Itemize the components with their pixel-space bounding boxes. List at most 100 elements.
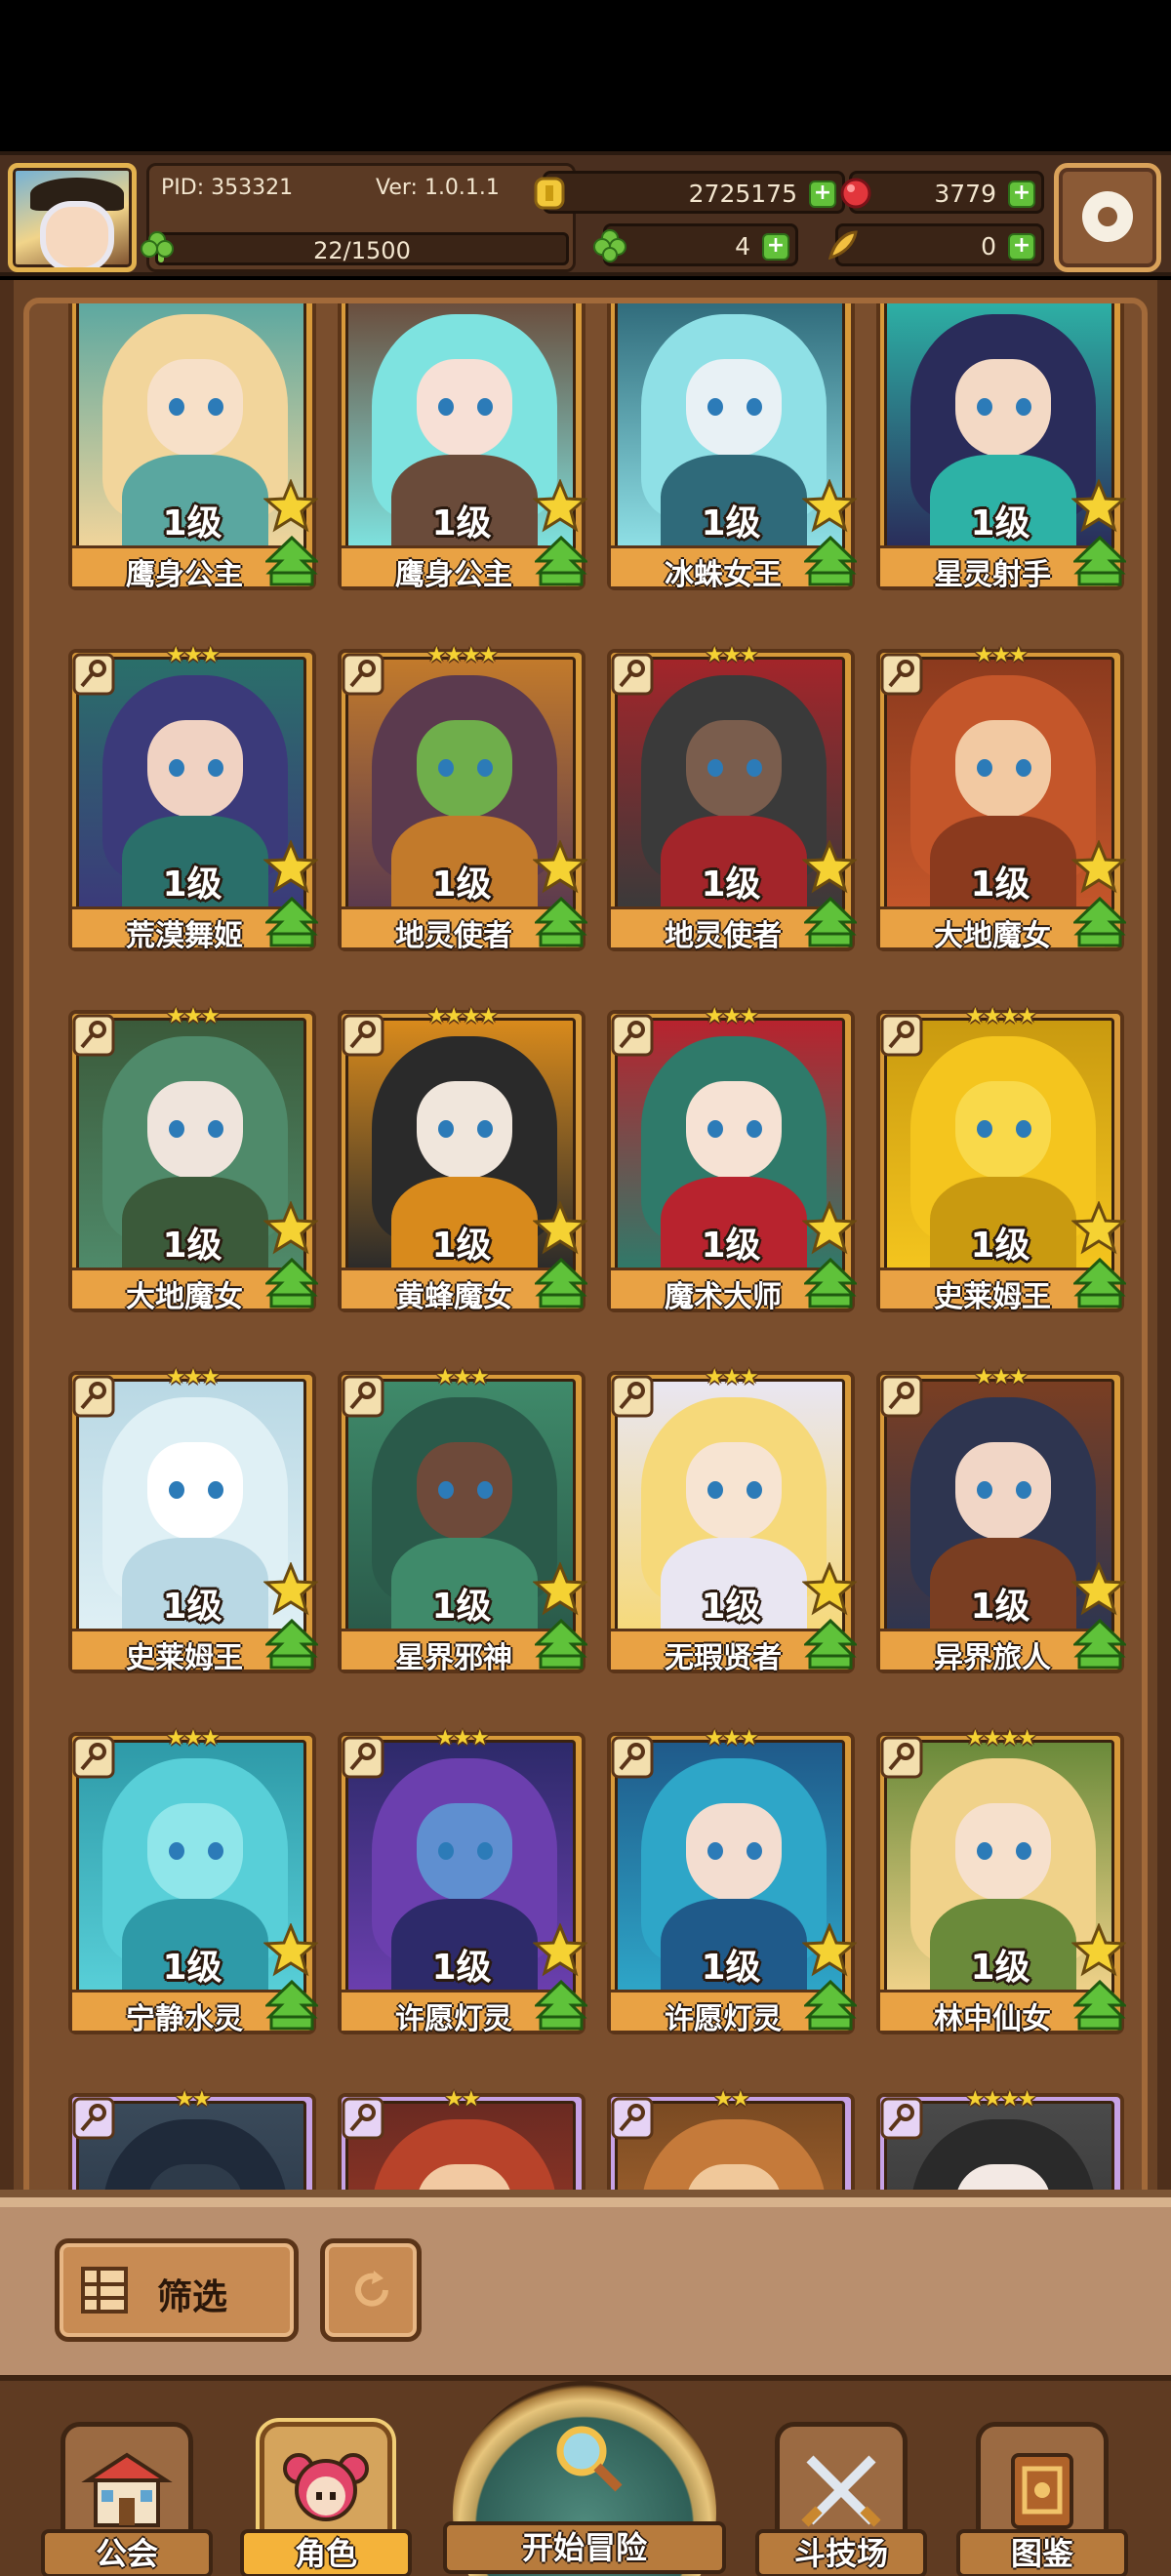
feather-icon [828, 230, 858, 261]
upgrade-arrow-icon[interactable] [804, 1619, 857, 1670]
key-icon [342, 2097, 384, 2140]
upgrade-arrow-icon[interactable] [265, 1258, 318, 1308]
portrait-face [686, 359, 782, 457]
key-icon [72, 1375, 115, 1418]
upgrade-arrow-icon[interactable] [265, 536, 318, 586]
character-name: 许愿灯灵 [665, 2002, 782, 2036]
character-name: 荒漠舞姬 [126, 919, 243, 953]
star-icon [802, 1923, 857, 1977]
name-bar: 荒漠舞姬 [72, 906, 297, 953]
portrait-face [686, 1442, 782, 1540]
upgrade-arrow-icon[interactable] [1073, 897, 1126, 947]
upgrade-arrow-icon[interactable] [535, 1980, 587, 2031]
nav-guild[interactable]: 公会 [41, 2422, 213, 2576]
upgrade-arrow-icon[interactable] [265, 1619, 318, 1670]
nav-arena[interactable]: 斗技场 [755, 2422, 927, 2576]
name-bar: 许愿灯灵 [611, 1990, 835, 2036]
portrait-eye [1016, 398, 1031, 416]
add-gold-button[interactable]: + [809, 181, 836, 208]
nav-codex[interactable]: 图鉴 [956, 2422, 1128, 2576]
upgrade-arrow-icon[interactable] [535, 1258, 587, 1308]
portrait-face [147, 359, 243, 457]
add-feathers-button[interactable]: + [1008, 233, 1035, 261]
magnifier-icon [556, 2426, 623, 2492]
start-adventure-button[interactable]: 开始冒险 [443, 2381, 726, 2576]
portrait-eye [438, 398, 454, 416]
character-name: 黄蜂魔女 [395, 1280, 512, 1314]
player-id: PID: 353321 [161, 176, 294, 200]
upgrade-arrow-icon[interactable] [1073, 536, 1126, 586]
name-bar: 无瑕贤者 [611, 1629, 835, 1675]
key-icon [342, 1014, 384, 1057]
character-card[interactable]: ★★★ 1级 地灵使者 [607, 643, 857, 953]
filter-button[interactable]: 筛选 [55, 2238, 299, 2342]
upgrade-arrow-icon[interactable] [535, 536, 587, 586]
character-card[interactable]: ★★★★ 1级 林中仙女 [876, 1726, 1126, 2036]
character-name: 星界邪神 [395, 1641, 512, 1675]
portrait-eye [977, 1481, 992, 1499]
character-card[interactable]: ★★★ 1级 荒漠舞姬 [68, 643, 318, 953]
gear-icon [1082, 191, 1133, 242]
add-gems-button[interactable]: + [1008, 181, 1035, 208]
upgrade-arrow-icon[interactable] [804, 1980, 857, 2031]
portrait-eye [477, 759, 493, 777]
character-card[interactable]: ★★★ 1级 史莱姆王 [68, 1365, 318, 1675]
character-card[interactable]: ★★★ 1级 无瑕贤者 [607, 1365, 857, 1675]
portrait-eye [977, 1120, 992, 1138]
upgrade-arrow-icon[interactable] [1073, 1980, 1126, 2031]
refresh-button[interactable] [320, 2238, 422, 2342]
grid-icon [81, 2267, 128, 2314]
upgrade-arrow-icon[interactable] [265, 1980, 318, 2031]
character-card[interactable]: 1级 鹰身公主 [338, 303, 587, 592]
name-bar: 大地魔女 [880, 906, 1105, 953]
game-version: Ver: 1.0.1.1 [376, 176, 500, 200]
portrait-eye [707, 759, 723, 777]
character-card[interactable]: ★★★ 1级 大地魔女 [68, 1004, 318, 1314]
nav-character[interactable]: 角色 [240, 2422, 412, 2576]
upgrade-arrow-icon[interactable] [535, 897, 587, 947]
portrait-eye [169, 1120, 184, 1138]
key-icon [880, 1375, 923, 1418]
portrait-face [955, 359, 1051, 457]
settings-button[interactable] [1054, 163, 1161, 272]
name-bar: 林中仙女 [880, 1990, 1105, 2036]
crossed-swords-icon [801, 2455, 881, 2527]
player-avatar[interactable] [8, 163, 137, 272]
upgrade-arrow-icon[interactable] [804, 1258, 857, 1308]
character-card[interactable]: 1级 星灵射手 [876, 303, 1126, 592]
character-name: 大地魔女 [126, 1280, 243, 1314]
character-card[interactable]: 1级 冰蛛女王 [607, 303, 857, 592]
key-icon [611, 2097, 654, 2140]
add-clovers-button[interactable]: + [762, 233, 789, 261]
star-icon [1071, 840, 1126, 894]
character-card[interactable]: ★★★ 1级 大地魔女 [876, 643, 1126, 953]
gold-value: 2725175 [688, 180, 797, 208]
character-card[interactable]: ★★★★ 1级 地灵使者 [338, 643, 587, 953]
star-icon [533, 479, 587, 533]
character-card[interactable]: ★★★ 1级 异界旅人 [876, 1365, 1126, 1675]
experience-text: 22/1500 [313, 237, 411, 264]
character-card[interactable]: ★★★★ 1级 史莱姆王 [876, 1004, 1126, 1314]
star-icon [802, 1562, 857, 1616]
upgrade-arrow-icon[interactable] [1073, 1258, 1126, 1308]
portrait-face [417, 359, 512, 457]
upgrade-arrow-icon[interactable] [265, 897, 318, 947]
character-card[interactable]: ★★★ 1级 星界邪神 [338, 1365, 587, 1675]
character-name: 无瑕贤者 [665, 1641, 782, 1675]
portrait-eye [1016, 1842, 1031, 1860]
portrait-eye [707, 398, 723, 416]
character-icon [283, 2453, 369, 2521]
upgrade-arrow-icon[interactable] [804, 536, 857, 586]
character-card[interactable]: ★★★★ 1级 黄蜂魔女 [338, 1004, 587, 1314]
portrait-eye [477, 1481, 493, 1499]
character-roster-panel: 1级 鹰身公主 1级 鹰身公主 1级 冰蛛女王 1级 星灵射手 ★★★ 1级 荒漠舞姬 ★★★★ 1级地… [0, 280, 1171, 2232]
upgrade-arrow-icon[interactable] [535, 1619, 587, 1670]
character-card[interactable]: ★★★ 1级 魔术大师 [607, 1004, 857, 1314]
upgrade-arrow-icon[interactable] [804, 897, 857, 947]
character-card[interactable]: 1级 鹰身公主 [68, 303, 318, 592]
character-card[interactable]: ★★★ 1级 许愿灯灵 [607, 1726, 857, 2036]
character-card[interactable]: ★★★ 1级 许愿灯灵 [338, 1726, 587, 2036]
upgrade-arrow-icon[interactable] [1073, 1619, 1126, 1670]
character-card[interactable]: ★★★ 1级 宁静水灵 [68, 1726, 318, 2036]
portrait-face [147, 720, 243, 818]
